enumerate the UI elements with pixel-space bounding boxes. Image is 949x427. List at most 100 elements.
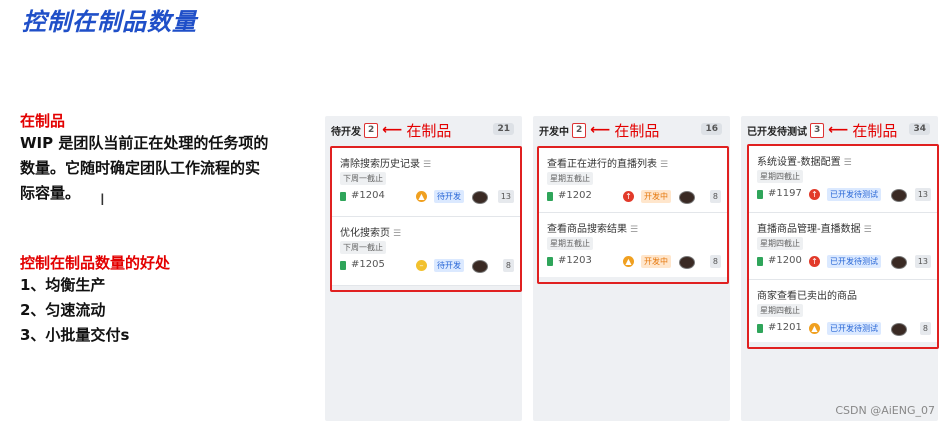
card-title: 系统设置-数据配置: [757, 157, 841, 168]
card-id: #1200: [768, 255, 802, 266]
card-footer: #1197 ↑ 已开发待测试 13: [757, 188, 931, 202]
card-id: #1202: [558, 190, 592, 201]
wip-count-badge: 2: [572, 122, 587, 138]
due-tag: 下周一截止: [340, 241, 386, 254]
task-card[interactable]: 查看正在进行的直播列表 ☰ 星期五截止 #1202 ↑ 开发中 8: [539, 148, 727, 213]
kanban-column-in-progress: 开发中 2 ⟵ 在制品 16 查看正在进行的直播列表 ☰ 星期五截止 #1202 …: [533, 116, 730, 421]
column-header: 开发中 2 ⟵ 在制品 16: [539, 120, 724, 140]
card-title: 查看正在进行的直播列表: [547, 159, 657, 170]
wip-annotation: 在制品: [406, 121, 452, 140]
menu-icon: ☰: [423, 160, 432, 170]
story-points-badge: 8: [709, 190, 721, 203]
column-name: 开发中: [539, 126, 569, 138]
wip-line: WIP 是团队当前正在处理的任务项的: [20, 134, 269, 152]
priority-icon: ↑: [809, 256, 820, 267]
card-id: #1197: [768, 188, 802, 199]
status-badge[interactable]: 已开发待测试: [827, 188, 881, 201]
card-footer: #1203 ▲ 开发中 8: [547, 255, 721, 269]
card-footer: #1205 – 待开发 8: [340, 259, 514, 273]
benefit-item: 2、匀速流动: [20, 301, 106, 319]
avatar[interactable]: [891, 323, 907, 336]
menu-icon: ☰: [863, 225, 872, 235]
status-badge[interactable]: 待开发: [434, 259, 464, 272]
column-header: 待开发 2 ⟵ 在制品 21: [331, 120, 516, 140]
priority-icon: ▲: [416, 191, 427, 202]
column-total-badge: 21: [493, 123, 514, 135]
story-points-badge: 8: [709, 255, 721, 268]
avatar[interactable]: [679, 256, 695, 269]
due-tag: 下周一截止: [340, 172, 386, 185]
flag-icon: [547, 257, 553, 266]
watermark: CSDN @AiENG_07: [835, 404, 935, 417]
menu-icon: ☰: [393, 229, 402, 239]
wip-annotation: 在制品: [614, 121, 660, 140]
avatar[interactable]: [891, 256, 907, 269]
card-footer: #1200 ↑ 已开发待测试 13: [757, 255, 931, 269]
card-title: 清除搜索历史记录: [340, 159, 420, 170]
status-badge[interactable]: 开发中: [641, 255, 671, 268]
arrow-left-icon: ⟵: [590, 122, 611, 138]
avatar[interactable]: [891, 189, 907, 202]
menu-icon: ☰: [660, 160, 669, 170]
task-card[interactable]: 系统设置-数据配置 ☰ 星期四截止 #1197 ↑ 已开发待测试 13: [749, 146, 937, 213]
card-title: 直播商品管理-直播数据: [757, 224, 861, 235]
card-id: #1201: [768, 322, 802, 333]
card-id: #1203: [558, 255, 592, 266]
status-badge[interactable]: 待开发: [434, 190, 464, 203]
benefit-item: 1、均衡生产: [20, 276, 106, 294]
card-footer: #1201 ▲ 已开发待测试 8: [757, 322, 931, 336]
wip-highlight-box: 系统设置-数据配置 ☰ 星期四截止 #1197 ↑ 已开发待测试 13 直播商品管…: [747, 144, 939, 349]
column-total-badge: 34: [909, 123, 930, 135]
wip-line: 际容量。: [20, 184, 81, 202]
menu-icon: ☰: [843, 158, 852, 168]
status-badge[interactable]: 已开发待测试: [827, 322, 881, 335]
benefits-heading: 控制在制品数量的好处: [20, 254, 171, 272]
wip-annotation: 在制品: [852, 121, 898, 140]
story-points-badge: 13: [497, 190, 514, 203]
kanban-column-testing: 已开发待测试 3 ⟵ 在制品 34 系统设置-数据配置 ☰ 星期四截止 #1197…: [741, 116, 939, 421]
priority-icon: –: [416, 260, 427, 271]
priority-icon: ↑: [623, 191, 634, 202]
avatar[interactable]: [472, 260, 488, 273]
priority-icon: ↑: [809, 189, 820, 200]
flag-icon: [757, 324, 763, 333]
wip-count-badge: 2: [364, 122, 379, 138]
card-footer: #1204 ▲ 待开发 13: [340, 190, 514, 204]
story-points-badge: 13: [914, 255, 931, 268]
kanban-column-todo: 待开发 2 ⟵ 在制品 21 清除搜索历史记录 ☰ 下周一截止 #1204 ▲ 待…: [325, 116, 522, 421]
text-cursor-icon: I: [100, 190, 105, 209]
task-card[interactable]: 直播商品管理-直播数据 ☰ 星期四截止 #1200 ↑ 已开发待测试 13: [749, 213, 937, 280]
wip-definition: 在制品 WIP 是团队当前正在处理的任务项的 数量。它随时确定团队工作流程的实 …: [20, 110, 310, 206]
benefits-section: 控制在制品数量的好处 1、均衡生产 2、匀速流动 3、小批量交付s: [20, 252, 170, 348]
card-title: 优化搜索页: [340, 228, 390, 239]
arrow-left-icon: ⟵: [828, 122, 849, 138]
status-badge[interactable]: 开发中: [641, 190, 671, 203]
column-name: 已开发待测试: [747, 126, 807, 138]
priority-icon: ▲: [623, 256, 634, 267]
task-card[interactable]: 查看商品搜索结果 ☰ 星期五截止 #1203 ▲ 开发中 8: [539, 213, 727, 277]
column-name: 待开发: [331, 126, 361, 138]
flag-icon: [757, 190, 763, 199]
flag-icon: [757, 257, 763, 266]
avatar[interactable]: [679, 191, 695, 204]
column-header: 已开发待测试 3 ⟵ 在制品 34: [747, 120, 932, 140]
story-points-badge: 8: [919, 322, 931, 335]
task-card[interactable]: 商家查看已卖出的商品 星期四截止 #1201 ▲ 已开发待测试 8: [749, 280, 937, 342]
priority-icon: ▲: [809, 323, 820, 334]
column-total-badge: 16: [701, 123, 722, 135]
due-tag: 星期四截止: [757, 237, 803, 250]
benefit-item: 3、小批量交付s: [20, 326, 130, 344]
due-tag: 星期四截止: [757, 170, 803, 183]
card-footer: #1202 ↑ 开发中 8: [547, 190, 721, 204]
wip-count-badge: 3: [810, 122, 825, 138]
wip-line: 数量。它随时确定团队工作流程的实: [20, 159, 261, 177]
flag-icon: [340, 192, 346, 201]
avatar[interactable]: [472, 191, 488, 204]
story-points-badge: 8: [502, 259, 514, 272]
status-badge[interactable]: 已开发待测试: [827, 255, 881, 268]
wip-heading: 在制品: [20, 112, 66, 130]
story-points-badge: 13: [914, 188, 931, 201]
task-card[interactable]: 优化搜索页 ☰ 下周一截止 #1205 – 待开发 8: [332, 217, 520, 286]
card-id: #1205: [351, 259, 385, 270]
task-card[interactable]: 清除搜索历史记录 ☰ 下周一截止 #1204 ▲ 待开发 13: [332, 148, 520, 217]
